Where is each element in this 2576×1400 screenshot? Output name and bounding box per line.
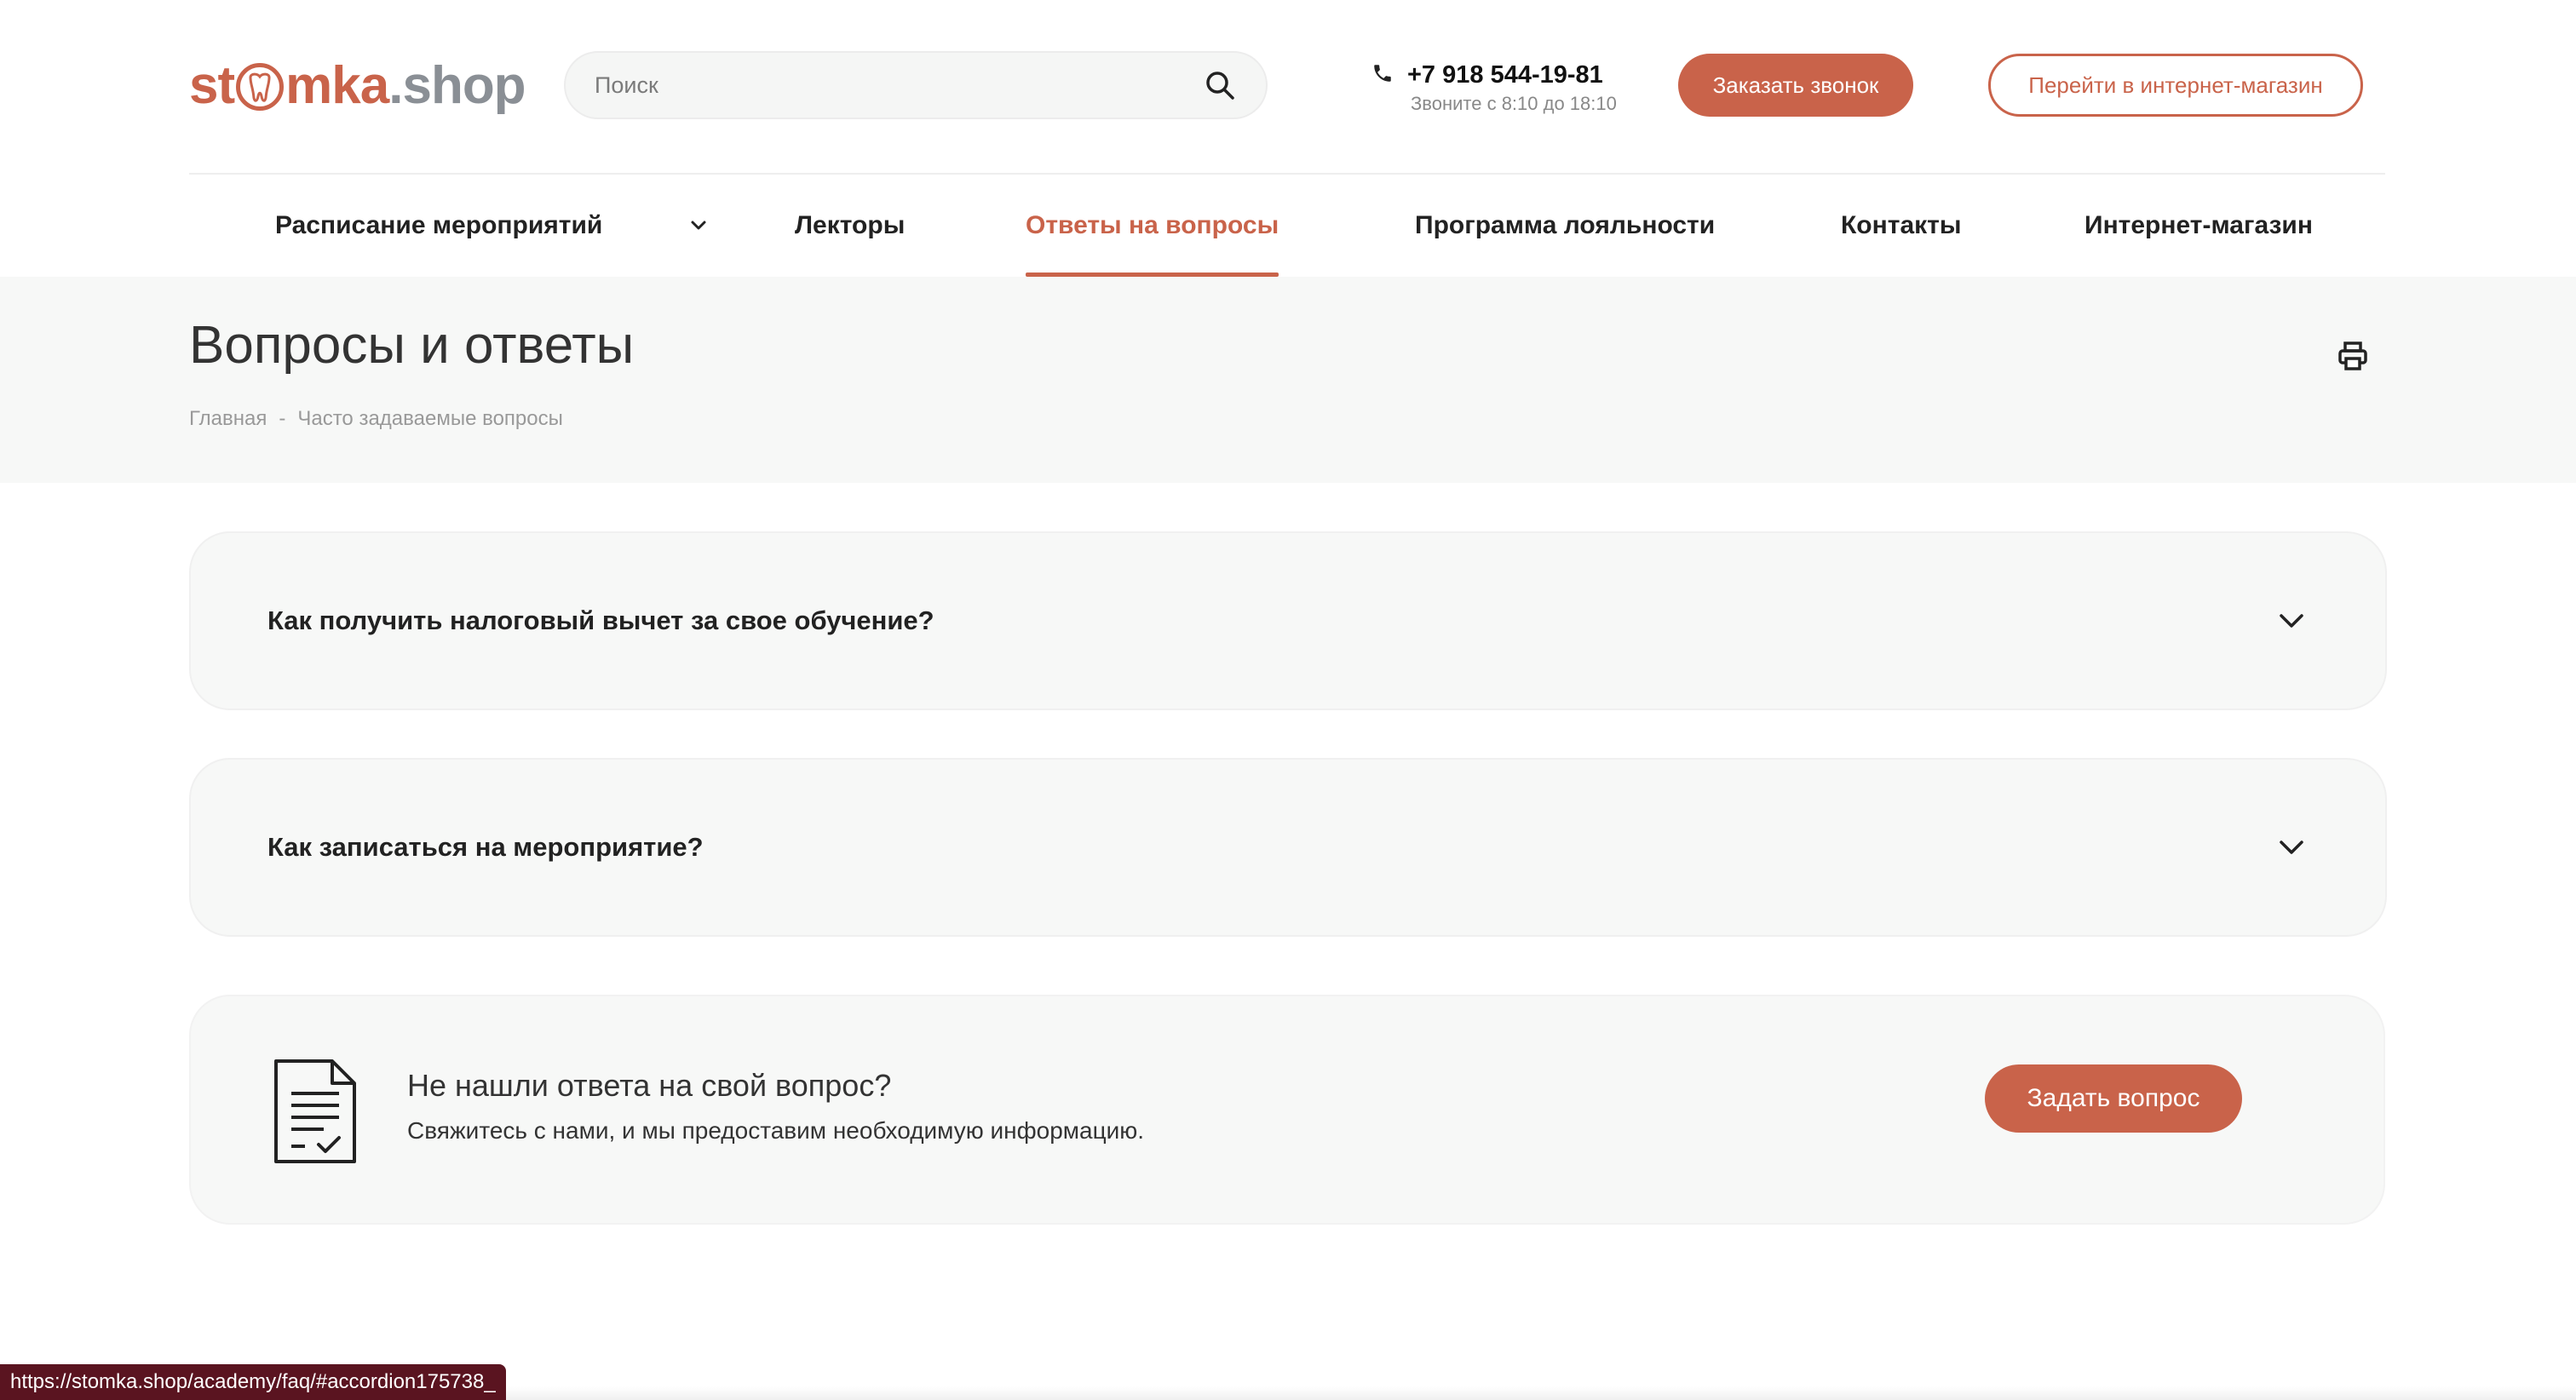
breadcrumb-current: Часто задаваемые вопросы	[297, 407, 563, 430]
faq-question: Как записаться на мероприятие?	[267, 832, 704, 862]
nav-item-lecturers[interactable]: Лекторы	[795, 175, 905, 277]
status-bar-url: https://stomka.shop/academy/faq/#accordi…	[0, 1364, 506, 1400]
print-icon[interactable]	[2336, 339, 2370, 373]
phone-icon	[1371, 62, 1394, 89]
nav-item-loyalty[interactable]: Программа лояльности	[1415, 175, 1715, 277]
nav-item-shop[interactable]: Интернет-магазин	[2084, 175, 2313, 277]
breadcrumb-home-link[interactable]: Главная	[189, 407, 267, 431]
search-input[interactable]	[595, 72, 1203, 99]
faq-item-registration[interactable]: Как записаться на мероприятие?	[189, 758, 2387, 937]
logo-text-mka: mka	[285, 55, 389, 115]
nav-item-contacts[interactable]: Контакты	[1841, 175, 1961, 277]
page-title-band	[0, 277, 2576, 483]
ask-question-button[interactable]: Задать вопрос	[1985, 1064, 2242, 1133]
site-header: st mka .shop Поиск +7 918 544-19-81 Звон…	[0, 0, 2576, 175]
chevron-down-icon[interactable]	[2274, 830, 2309, 864]
chevron-down-icon[interactable]	[2274, 604, 2309, 638]
phone-number-link[interactable]: +7 918 544-19-81	[1407, 61, 1603, 89]
logo-text-st: st	[189, 55, 235, 115]
ask-question-block: Не нашли ответа на свой вопрос? Свяжитес…	[189, 995, 2385, 1225]
faq-item-tax-deduction[interactable]: Как получить налоговый вычет за свое обу…	[189, 531, 2387, 710]
cta-title: Не нашли ответа на свой вопрос?	[407, 1068, 892, 1103]
tooth-icon	[236, 63, 285, 111]
nav-item-schedule[interactable]: Расписание мероприятий	[275, 175, 602, 277]
go-to-shop-button[interactable]: Перейти в интернет-магазин	[1988, 54, 2363, 117]
breadcrumb: Главная - Часто задаваемые вопросы	[189, 407, 563, 431]
order-call-button[interactable]: Заказать звонок	[1678, 54, 1913, 117]
breadcrumb-separator: -	[279, 407, 286, 430]
faq-question: Как получить налоговый вычет за свое обу…	[267, 605, 934, 635]
page-title: Вопросы и ответы	[189, 316, 635, 375]
document-check-icon	[273, 1058, 358, 1165]
cta-subtitle: Свяжитесь с нами, и мы предоставим необх…	[407, 1117, 1145, 1144]
phone-block: +7 918 544-19-81 Звоните с 8:10 до 18:10	[1371, 61, 1617, 115]
site-logo[interactable]: st mka .shop	[189, 49, 526, 121]
search-icon[interactable]	[1203, 68, 1237, 102]
phone-hours: Звоните с 8:10 до 18:10	[1411, 93, 1617, 114]
logo-text-shop: .shop	[388, 55, 526, 115]
search-bar	[564, 51, 1268, 119]
page: st mka .shop Поиск +7 918 544-19-81 Звон…	[0, 0, 2576, 1400]
main-nav: Расписание мероприятий Лекторы Ответы на…	[0, 175, 2576, 277]
chevron-down-icon[interactable]	[687, 214, 710, 238]
nav-item-faq[interactable]: Ответы на вопросы	[1026, 175, 1279, 277]
